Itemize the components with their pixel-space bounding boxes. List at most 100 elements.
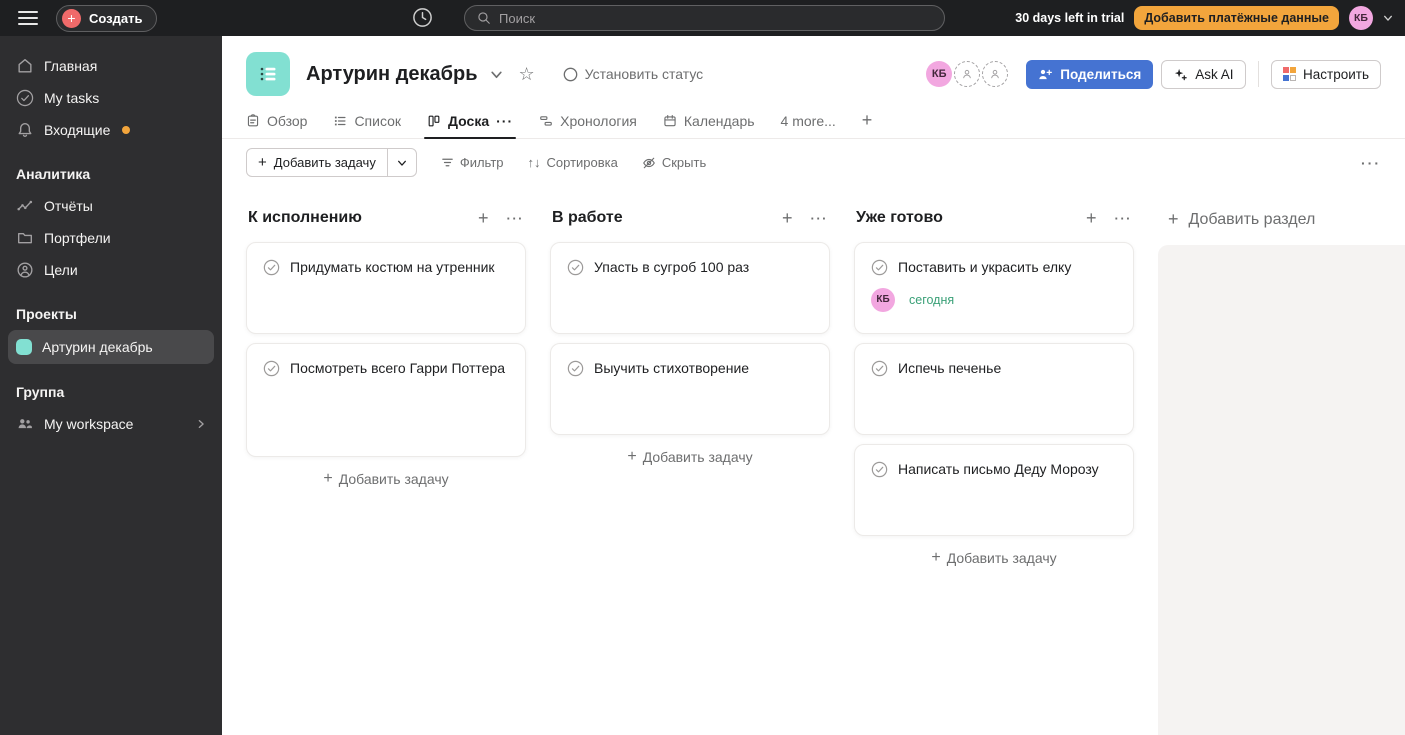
invite-avatar-placeholder[interactable] bbox=[982, 61, 1009, 87]
column-add-task-icon[interactable]: + bbox=[1086, 209, 1097, 227]
column-add-task-icon[interactable]: + bbox=[782, 209, 793, 227]
sidebar-item-label: Портфели bbox=[44, 230, 111, 246]
sidebar-item-project-arturin[interactable]: Артурин декабрь bbox=[8, 330, 214, 364]
check-circle-icon[interactable] bbox=[263, 259, 280, 276]
sort-button[interactable]: ↑↓ Сортировка bbox=[528, 155, 618, 170]
column-title: Уже готово bbox=[856, 209, 943, 226]
sidebar-item-label: My workspace bbox=[44, 416, 134, 432]
hide-button[interactable]: Скрыть bbox=[642, 155, 706, 170]
task-title: Посмотреть всего Гарри Поттера bbox=[290, 360, 506, 376]
share-button[interactable]: Поделиться bbox=[1026, 59, 1154, 89]
favorite-star-icon[interactable]: ☆ bbox=[519, 64, 535, 85]
check-circle-icon[interactable] bbox=[871, 360, 888, 377]
sidebar-item-my-tasks[interactable]: My tasks bbox=[0, 82, 222, 114]
sidebar-item-my-workspace[interactable]: My workspace bbox=[0, 408, 222, 440]
menu-icon[interactable] bbox=[18, 11, 38, 25]
add-task-button[interactable]: + Добавить задачу bbox=[247, 149, 387, 176]
add-task-link-label: Добавить задачу bbox=[946, 550, 1057, 566]
tab-overflow-icon[interactable]: ··· bbox=[496, 113, 513, 129]
sidebar-item-portfolios[interactable]: Портфели bbox=[0, 222, 222, 254]
customize-button[interactable]: Настроить bbox=[1270, 59, 1381, 89]
sidebar-section-projects: Проекты bbox=[16, 306, 77, 322]
tab-board[interactable]: Доска ··· bbox=[424, 113, 517, 139]
chevron-right-icon[interactable] bbox=[196, 419, 206, 429]
board-icon bbox=[427, 114, 441, 128]
add-section-dropzone[interactable] bbox=[1158, 245, 1405, 735]
task-title: Упасть в сугроб 100 раз bbox=[594, 259, 750, 275]
customize-grid-icon bbox=[1282, 67, 1297, 81]
hide-label: Скрыть bbox=[661, 155, 707, 170]
clock-icon[interactable] bbox=[412, 7, 433, 28]
set-status-button[interactable]: Установить статус bbox=[563, 66, 703, 82]
search-input[interactable] bbox=[499, 10, 932, 26]
column-add-task-icon[interactable]: + bbox=[478, 209, 489, 227]
task-card[interactable]: Упасть в сугроб 100 раз bbox=[550, 242, 830, 334]
toolbar-overflow-icon[interactable]: ··· bbox=[1361, 155, 1381, 171]
check-circle-icon[interactable] bbox=[567, 360, 584, 377]
task-title: Испечь печенье bbox=[898, 360, 1002, 376]
check-circle-icon[interactable] bbox=[871, 461, 888, 478]
tab-more[interactable]: 4 more... bbox=[781, 113, 836, 138]
user-avatar[interactable]: КБ bbox=[1349, 6, 1373, 30]
column-overflow-icon[interactable]: ··· bbox=[811, 211, 829, 226]
tab-calendar[interactable]: Календарь bbox=[663, 113, 755, 138]
filter-button[interactable]: Фильтр bbox=[441, 155, 504, 170]
task-card[interactable]: Посмотреть всего Гарри Поттера bbox=[246, 343, 526, 457]
list-icon bbox=[333, 114, 347, 128]
tab-label: Календарь bbox=[683, 113, 755, 129]
add-section-column: + Добавить раздел bbox=[1158, 209, 1405, 735]
task-card[interactable]: Придумать костюм на утренник bbox=[246, 242, 526, 334]
sidebar-item-goals[interactable]: Цели bbox=[0, 254, 222, 286]
sidebar-item-home[interactable]: Главная bbox=[0, 50, 222, 82]
column-overflow-icon[interactable]: ··· bbox=[1115, 211, 1133, 226]
plus-icon: + bbox=[627, 448, 637, 465]
inbox-notification-dot bbox=[122, 126, 131, 134]
add-task-dropdown-button[interactable] bbox=[386, 149, 416, 176]
invite-avatar-placeholder[interactable] bbox=[954, 61, 981, 87]
task-card[interactable]: Выучить стихотворение bbox=[550, 343, 830, 435]
page-title: Артурин декабрь bbox=[306, 62, 478, 85]
board-toolbar: + Добавить задачу Фильтр ↑↓ Сортировка С… bbox=[222, 139, 1405, 183]
filter-icon bbox=[442, 158, 453, 167]
add-tab-button[interactable]: + bbox=[862, 110, 873, 138]
kanban-board: К исполнению + ··· Придумать костюм на у… bbox=[222, 183, 1405, 735]
add-task-link[interactable]: + Добавить задачу bbox=[550, 448, 830, 466]
column-overflow-icon[interactable]: ··· bbox=[507, 211, 525, 226]
add-task-link[interactable]: + Добавить задачу bbox=[854, 549, 1134, 567]
check-circle-icon[interactable] bbox=[263, 360, 280, 377]
add-task-link[interactable]: + Добавить задачу bbox=[246, 470, 526, 488]
column-title: К исполнению bbox=[248, 209, 362, 226]
task-card[interactable]: Испечь печенье bbox=[854, 343, 1134, 435]
task-card[interactable]: Поставить и украсить елку КБ сегодня bbox=[854, 242, 1134, 334]
plus-icon: + bbox=[62, 8, 81, 28]
ask-ai-button[interactable]: Ask AI bbox=[1161, 59, 1246, 89]
topbar: + Создать 30 days left in trial Добавить… bbox=[0, 0, 1405, 36]
search-bar[interactable] bbox=[464, 5, 945, 31]
project-icon[interactable] bbox=[246, 52, 290, 96]
sparkle-icon bbox=[1175, 68, 1187, 80]
tab-list[interactable]: Список bbox=[333, 113, 401, 138]
task-card[interactable]: Написать письмо Деду Морозу bbox=[854, 444, 1134, 536]
title-chevron-down-icon[interactable] bbox=[490, 68, 503, 81]
sidebar-item-label: My tasks bbox=[44, 90, 100, 106]
tab-timeline[interactable]: Хронология bbox=[539, 113, 637, 138]
assignee-avatar[interactable]: КБ bbox=[871, 287, 895, 312]
chevron-down-icon[interactable] bbox=[1383, 13, 1393, 23]
sidebar-item-inbox[interactable]: Входящие bbox=[0, 114, 222, 146]
billing-button[interactable]: Добавить платёжные данные bbox=[1134, 6, 1339, 30]
sidebar-item-reports[interactable]: Отчёты bbox=[0, 190, 222, 222]
tab-overview[interactable]: Обзор bbox=[246, 113, 307, 138]
folder-icon bbox=[16, 229, 34, 247]
due-date[interactable]: сегодня bbox=[909, 293, 954, 307]
create-button[interactable]: + Создать bbox=[56, 4, 158, 32]
create-button-label: Создать bbox=[89, 10, 143, 26]
more-tabs-label: 4 more... bbox=[780, 113, 836, 129]
plus-icon: + bbox=[258, 154, 267, 171]
check-circle-icon[interactable] bbox=[871, 259, 888, 276]
add-section-button[interactable]: + Добавить раздел bbox=[1158, 209, 1405, 230]
column-header: В работе + ··· bbox=[550, 209, 830, 227]
check-circle-icon[interactable] bbox=[567, 259, 584, 276]
member-avatar[interactable]: КБ bbox=[926, 61, 953, 87]
project-color-swatch bbox=[16, 339, 32, 355]
board-column-todo: К исполнению + ··· Придумать костюм на у… bbox=[246, 209, 526, 488]
